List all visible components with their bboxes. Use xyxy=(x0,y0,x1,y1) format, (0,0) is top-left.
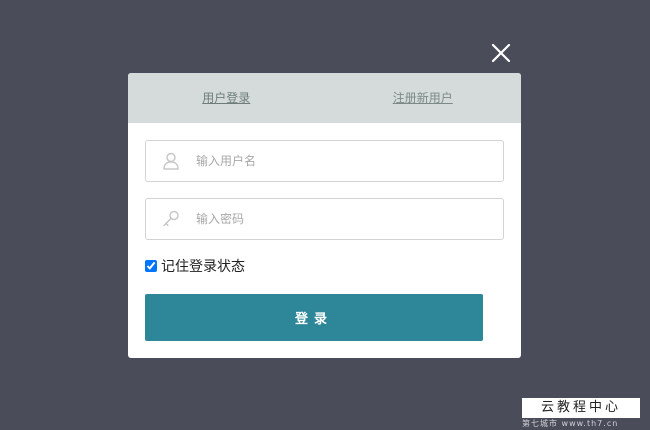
close-icon xyxy=(491,43,511,63)
login-modal: 用户登录 注册新用户 记住登录状态 登录 xyxy=(128,73,521,358)
password-field[interactable] xyxy=(145,198,504,240)
login-button[interactable]: 登录 xyxy=(145,294,483,341)
watermark-title: 云教程中心 xyxy=(522,398,640,418)
remember-label: 记住登录状态 xyxy=(161,259,245,275)
watermark-subtitle: 第七城市 www.th7.cn xyxy=(522,419,619,428)
remember-checkbox[interactable] xyxy=(145,260,157,272)
key-icon xyxy=(146,199,196,239)
tab-register[interactable]: 注册新用户 xyxy=(325,73,522,123)
close-button[interactable] xyxy=(489,41,513,65)
password-input[interactable] xyxy=(196,199,503,239)
user-icon xyxy=(146,141,196,181)
tab-bar: 用户登录 注册新用户 xyxy=(128,73,521,123)
username-input[interactable] xyxy=(196,141,503,181)
tab-login[interactable]: 用户登录 xyxy=(128,73,325,123)
remember-me[interactable]: 记住登录状态 xyxy=(145,256,245,276)
username-field[interactable] xyxy=(145,140,504,182)
